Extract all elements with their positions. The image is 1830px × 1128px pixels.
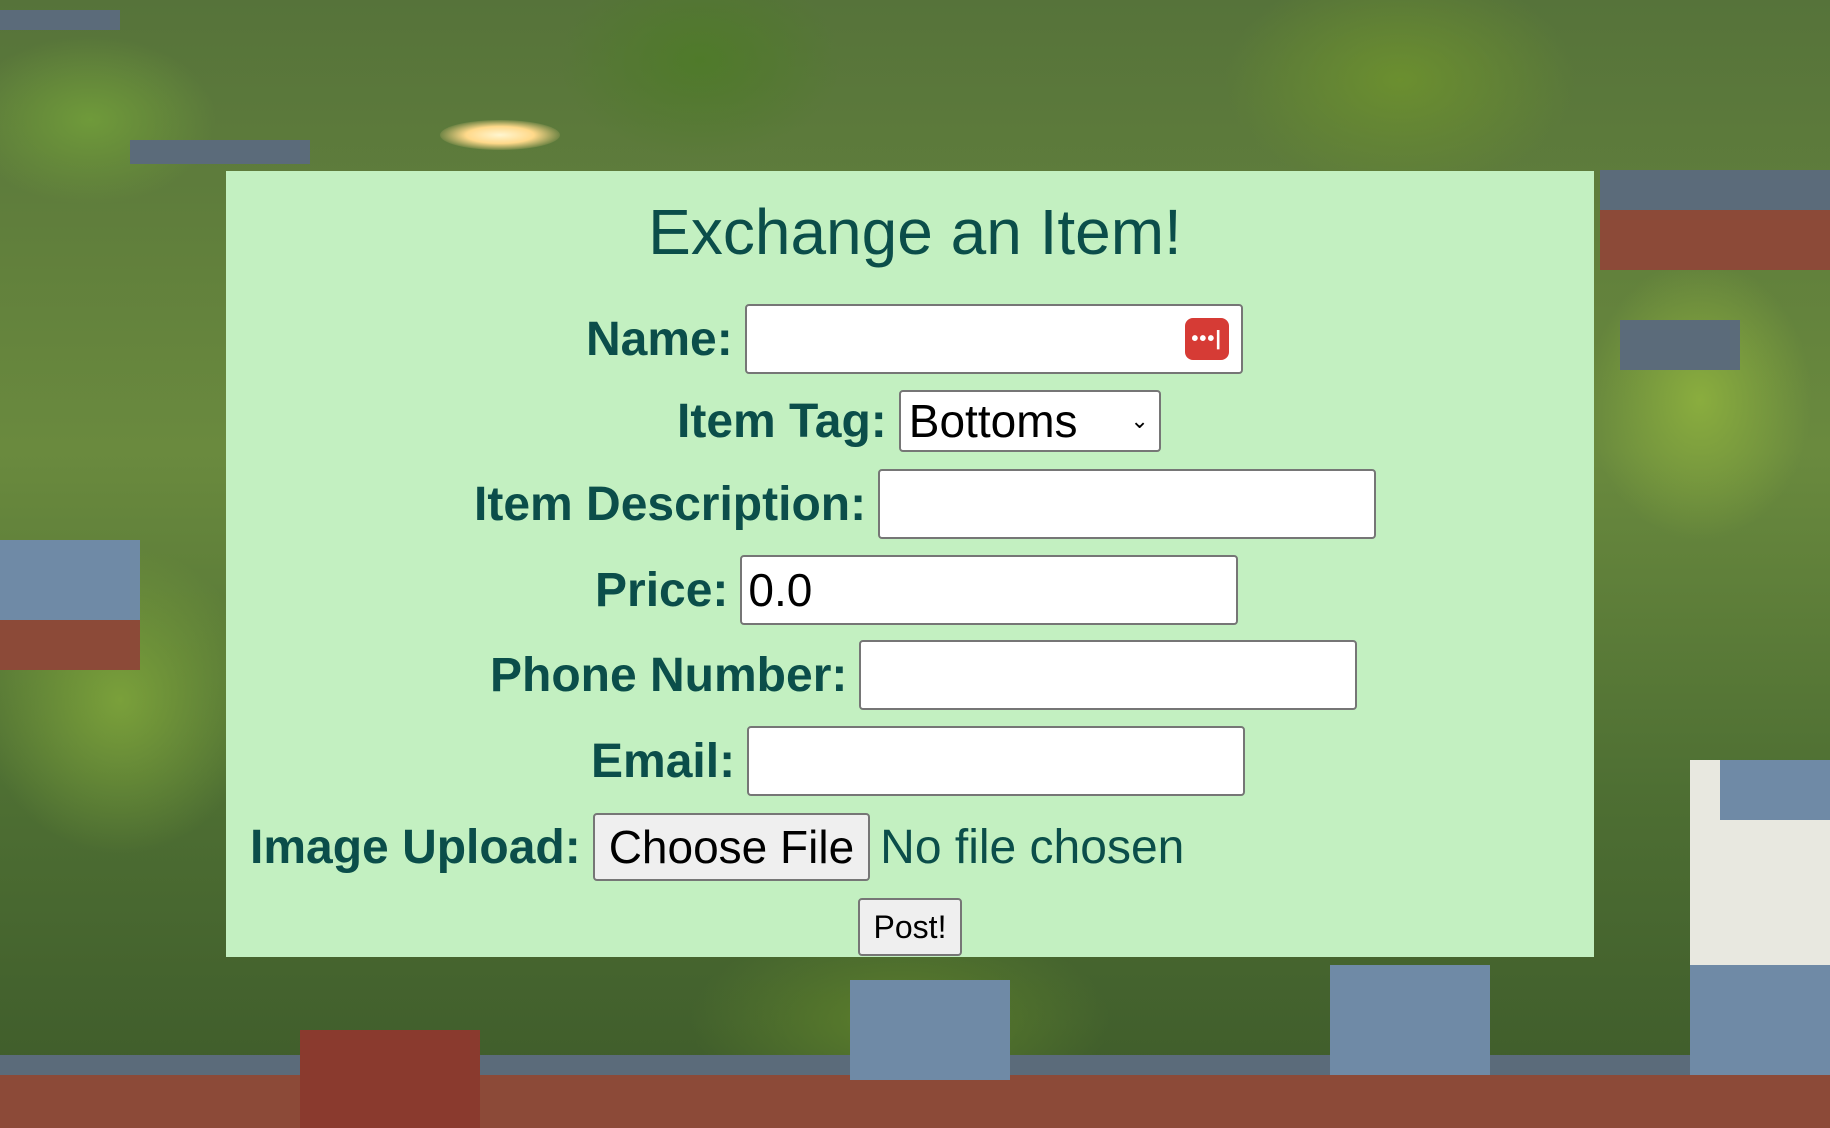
phone-input[interactable] — [859, 640, 1358, 710]
price-row: Price: 0.0 — [595, 555, 1239, 625]
item-description-row: Item Description: — [474, 469, 1377, 539]
page-title: Exchange an Item! — [648, 196, 1182, 268]
image-upload-label: Image Upload: — [250, 820, 581, 874]
post-button[interactable]: Post! — [858, 898, 962, 956]
choose-file-button[interactable]: Choose File — [592, 813, 871, 881]
item-description-input[interactable] — [878, 469, 1377, 539]
item-tag-label: Item Tag: — [677, 394, 887, 448]
sun-glare — [440, 120, 560, 150]
email-label: Email: — [591, 734, 736, 788]
phone-row: Phone Number: — [490, 640, 1358, 710]
email-input[interactable] — [747, 726, 1246, 796]
phone-label: Phone Number: — [490, 648, 848, 702]
email-row: Email: — [591, 726, 1246, 796]
image-upload-row: Image Upload: Choose File No file chosen — [250, 813, 1184, 881]
price-input[interactable]: 0.0 — [740, 555, 1239, 625]
name-label: Name: — [586, 312, 733, 366]
item-tag-select[interactable]: Bottoms ⌄ — [898, 390, 1161, 452]
price-label: Price: — [595, 563, 729, 617]
no-file-chosen-text: No file chosen — [880, 820, 1185, 874]
item-tag-row: Item Tag: Bottoms ⌄ — [677, 390, 1161, 452]
item-tag-selected-value: Bottoms — [908, 395, 1078, 447]
item-description-label: Item Description: — [474, 477, 867, 531]
price-value: 0.0 — [748, 564, 813, 616]
chevron-down-icon: ⌄ — [1130, 408, 1149, 433]
name-input[interactable]: •••| — [744, 304, 1243, 374]
password-manager-icon[interactable]: •••| — [1184, 318, 1229, 360]
name-row: Name: •••| — [586, 304, 1243, 374]
